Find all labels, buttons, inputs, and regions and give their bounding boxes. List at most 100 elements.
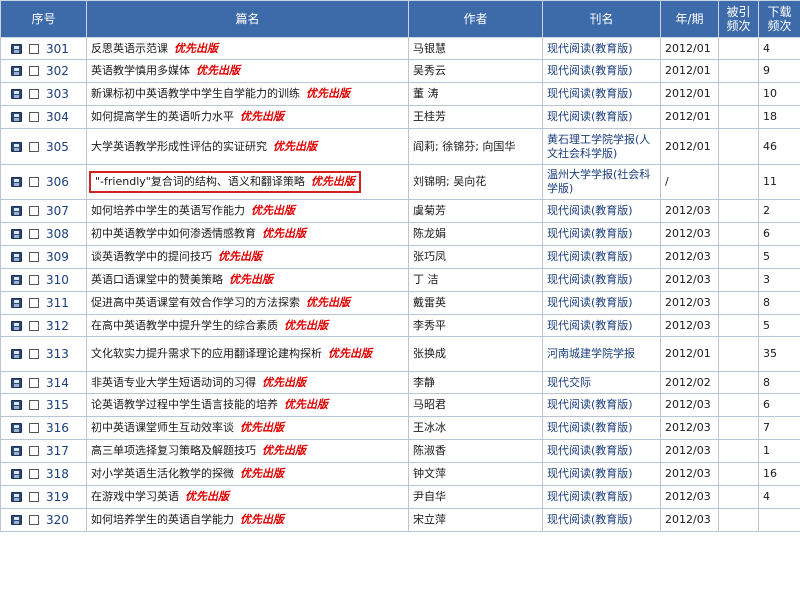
author-cell[interactable]: 董 涛 — [408, 82, 543, 106]
author-cell[interactable]: 张巧凤 — [408, 245, 543, 269]
header-cited[interactable]: 被引频次 — [718, 0, 759, 38]
row-checkbox[interactable] — [29, 515, 39, 525]
save-icon[interactable] — [11, 515, 22, 525]
journal-cell[interactable]: 现代阅读(教育版) — [542, 439, 661, 463]
header-journal[interactable]: 刊名 — [542, 0, 661, 38]
save-icon[interactable] — [11, 275, 22, 285]
row-checkbox[interactable] — [29, 66, 39, 76]
article-title-link[interactable]: 谈英语教学中的提问技巧 — [91, 250, 212, 263]
row-checkbox[interactable] — [29, 177, 39, 187]
author-cell[interactable]: 王冰冰 — [408, 416, 543, 440]
article-title-link[interactable]: 非英语专业大学生短语动词的习得 — [91, 376, 256, 389]
author-cell[interactable]: 马昭君 — [408, 393, 543, 417]
save-icon[interactable] — [11, 349, 22, 359]
article-title-link[interactable]: 论英语教学过程中学生语言技能的培养 — [91, 398, 278, 411]
save-icon[interactable] — [11, 66, 22, 76]
save-icon[interactable] — [11, 43, 22, 54]
row-checkbox[interactable] — [29, 275, 39, 285]
author-cell[interactable]: 李静 — [408, 371, 543, 394]
article-title-link[interactable]: 初中英语课堂师生互动效率谈 — [91, 421, 234, 434]
row-checkbox[interactable] — [29, 89, 39, 99]
article-title-link[interactable]: 英语教学慎用多媒体 — [91, 64, 190, 77]
author-cell[interactable]: 刘锦明; 吴向花 — [408, 164, 543, 200]
save-icon[interactable] — [11, 229, 22, 239]
author-cell[interactable]: 吴秀云 — [408, 59, 543, 83]
journal-cell[interactable]: 现代阅读(教育版) — [542, 416, 661, 440]
article-title-link[interactable]: 高三单项选择复习策略及解题技巧 — [91, 444, 256, 457]
row-checkbox[interactable] — [29, 206, 39, 216]
save-icon[interactable] — [11, 252, 22, 262]
row-checkbox[interactable] — [29, 423, 39, 433]
author-cell[interactable]: 丁 洁 — [408, 268, 543, 292]
journal-cell[interactable]: 现代阅读(教育版) — [542, 245, 661, 269]
row-checkbox[interactable] — [29, 349, 39, 359]
journal-cell[interactable]: 河南城建学院学报 — [542, 336, 661, 372]
article-title-link[interactable]: "-friendly"复合词的结构、语义和翻译策略 — [95, 175, 305, 188]
author-cell[interactable]: 戴雷英 — [408, 291, 543, 315]
row-checkbox[interactable] — [29, 492, 39, 502]
journal-cell[interactable]: 现代阅读(教育版) — [542, 105, 661, 129]
header-seq[interactable]: 序号 — [0, 0, 87, 38]
article-title-link[interactable]: 在高中英语教学中提升学生的综合素质 — [91, 319, 278, 332]
save-icon[interactable] — [11, 469, 22, 479]
author-cell[interactable]: 虞菊芳 — [408, 199, 543, 223]
header-downloads[interactable]: 下载频次 — [758, 0, 800, 38]
journal-cell[interactable]: 现代阅读(教育版) — [542, 314, 661, 337]
save-icon[interactable] — [11, 446, 22, 456]
journal-cell[interactable]: 现代阅读(教育版) — [542, 462, 661, 486]
row-checkbox[interactable] — [29, 320, 39, 331]
article-title-link[interactable]: 大学英语教学形成性评估的实证研究 — [91, 140, 267, 153]
row-checkbox[interactable] — [29, 446, 39, 456]
row-checkbox[interactable] — [29, 400, 39, 410]
journal-cell[interactable]: 黄石理工学院学报(人文社会科学版) — [542, 128, 661, 165]
author-cell[interactable]: 钟文萍 — [408, 462, 543, 486]
save-icon[interactable] — [11, 492, 22, 502]
save-icon[interactable] — [11, 141, 22, 152]
article-title-link[interactable]: 如何培养学生的英语自学能力 — [91, 513, 234, 526]
author-cell[interactable]: 阎莉; 徐锦芬; 向国华 — [408, 128, 543, 165]
save-icon[interactable] — [11, 377, 22, 388]
author-cell[interactable]: 陈淑香 — [408, 439, 543, 463]
header-title[interactable]: 篇名 — [86, 0, 409, 38]
author-cell[interactable]: 陈龙娟 — [408, 222, 543, 246]
journal-cell[interactable]: 现代阅读(教育版) — [542, 268, 661, 292]
author-cell[interactable]: 宋立萍 — [408, 508, 543, 532]
author-cell[interactable]: 尹自华 — [408, 485, 543, 509]
article-title-link[interactable]: 如何培养中学生的英语写作能力 — [91, 204, 245, 217]
save-icon[interactable] — [11, 112, 22, 122]
journal-cell[interactable]: 现代阅读(教育版) — [542, 222, 661, 246]
journal-cell[interactable]: 现代阅读(教育版) — [542, 82, 661, 106]
article-title-link[interactable]: 英语口语课堂中的赞美策略 — [91, 273, 223, 286]
journal-cell[interactable]: 现代阅读(教育版) — [542, 393, 661, 417]
save-icon[interactable] — [11, 423, 22, 433]
journal-cell[interactable]: 现代阅读(教育版) — [542, 37, 661, 60]
row-checkbox[interactable] — [29, 298, 39, 308]
article-title-link[interactable]: 文化软实力提升需求下的应用翻译理论建构探析 — [91, 347, 322, 360]
save-icon[interactable] — [11, 177, 22, 187]
article-title-link[interactable]: 如何提高学生的英语听力水平 — [91, 110, 234, 123]
journal-cell[interactable]: 温州大学学报(社会科学版) — [542, 164, 661, 200]
save-icon[interactable] — [11, 89, 22, 99]
journal-cell[interactable]: 现代交际 — [542, 371, 661, 394]
article-title-link[interactable]: 反思英语示范课 — [91, 42, 168, 55]
row-checkbox[interactable] — [29, 229, 39, 239]
author-cell[interactable]: 马银慧 — [408, 37, 543, 60]
author-cell[interactable]: 王桂芳 — [408, 105, 543, 129]
save-icon[interactable] — [11, 206, 22, 216]
row-checkbox[interactable] — [29, 469, 39, 479]
journal-cell[interactable]: 现代阅读(教育版) — [542, 485, 661, 509]
save-icon[interactable] — [11, 400, 22, 410]
journal-cell[interactable]: 现代阅读(教育版) — [542, 291, 661, 315]
author-cell[interactable]: 张换成 — [408, 336, 543, 372]
journal-cell[interactable]: 现代阅读(教育版) — [542, 59, 661, 83]
journal-cell[interactable]: 现代阅读(教育版) — [542, 508, 661, 532]
article-title-link[interactable]: 在游戏中学习英语 — [91, 490, 179, 503]
article-title-link[interactable]: 新课标初中英语教学中学生自学能力的训练 — [91, 87, 300, 100]
article-title-link[interactable]: 初中英语教学中如何渗透情感教育 — [91, 227, 256, 240]
row-checkbox[interactable] — [29, 43, 39, 54]
save-icon[interactable] — [11, 298, 22, 308]
row-checkbox[interactable] — [29, 377, 39, 388]
header-author[interactable]: 作者 — [408, 0, 543, 38]
author-cell[interactable]: 李秀平 — [408, 314, 543, 337]
row-checkbox[interactable] — [29, 141, 39, 152]
